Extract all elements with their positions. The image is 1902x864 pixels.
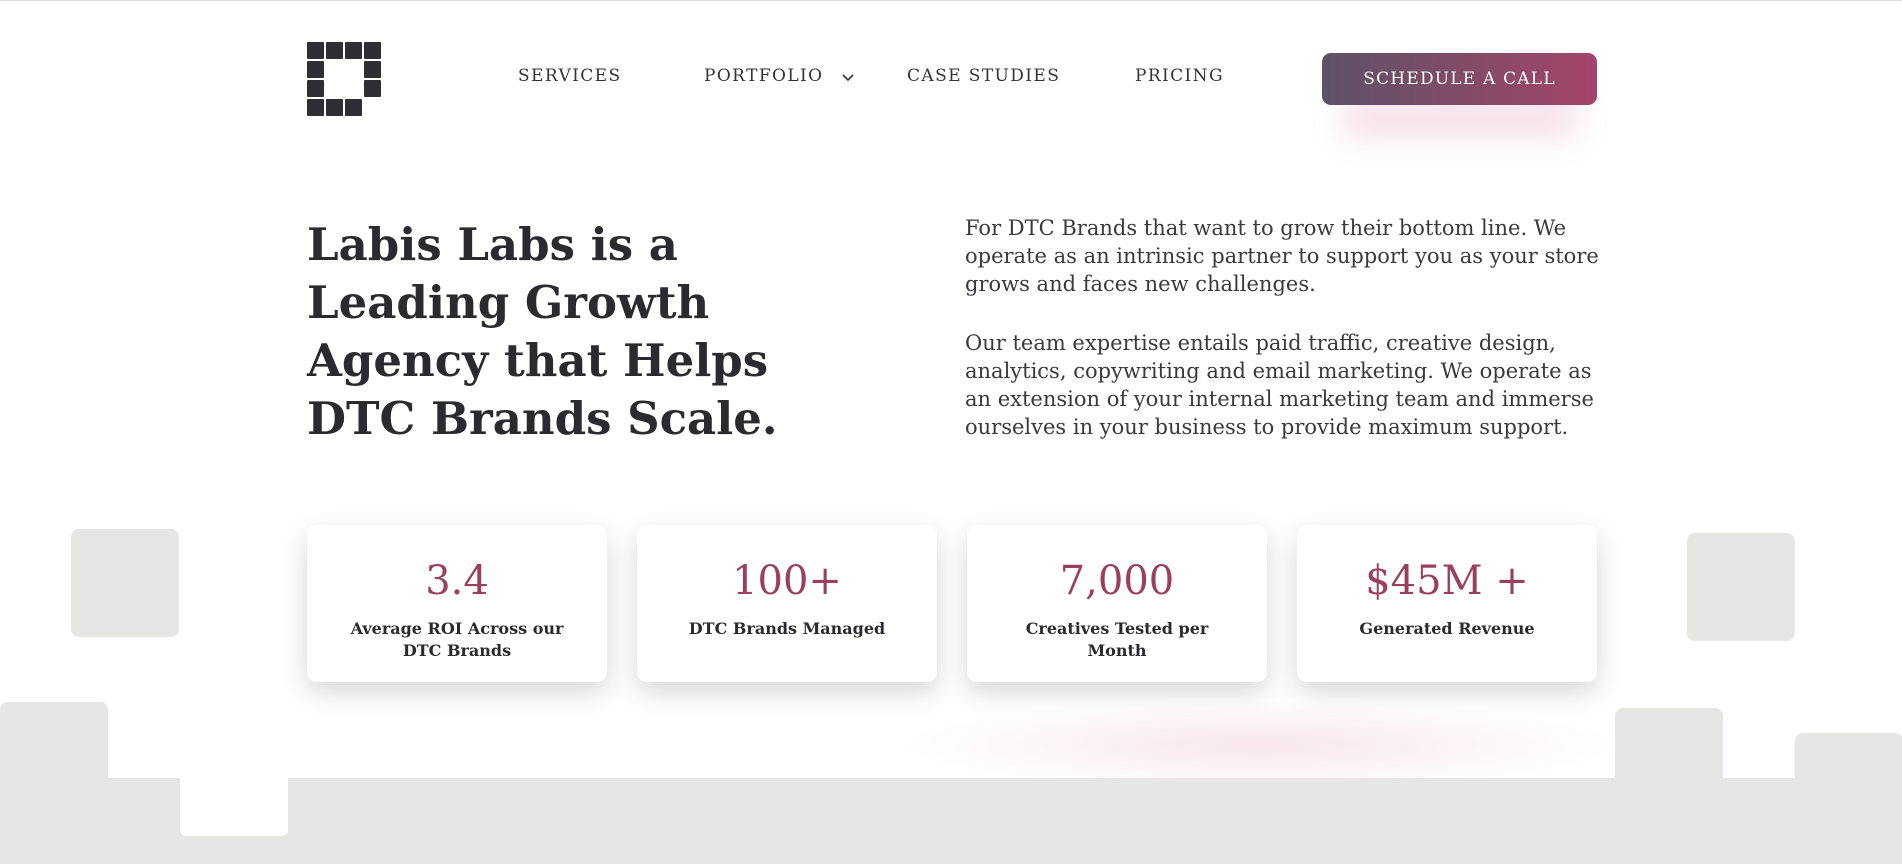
nav-item-pricing[interactable]: PRICING (1135, 66, 1224, 86)
hero-paragraph-1: For DTC Brands that want to grow their b… (965, 216, 1599, 296)
pink-haze-decoration (900, 700, 1620, 790)
stat-value: $45M + (1365, 558, 1529, 604)
nav-item-services[interactable]: SERVICES (518, 66, 622, 86)
hero-headline: Labis Labs is a Leading Growth Agency th… (307, 218, 778, 445)
stat-card-roi: 3.4 Average ROI Across our DTC Brands (307, 525, 607, 682)
stat-value: 100+ (732, 558, 842, 604)
nav-item-case-studies[interactable]: CASE STUDIES (907, 66, 1060, 86)
stat-card-creatives: 7,000 Creatives Tested per Month (967, 525, 1267, 682)
decor-square (71, 529, 179, 637)
stat-label: Average ROI Across our DTC Brands (350, 619, 564, 660)
nav-item-label: SERVICES (518, 66, 622, 86)
nav-item-label: CASE STUDIES (907, 66, 1061, 86)
hero-paragraph-2: Our team expertise entails paid traffic,… (965, 331, 1594, 439)
decor-notch (180, 760, 288, 836)
nav-item-label: PRICING (1135, 66, 1224, 86)
decor-square (1687, 533, 1795, 641)
nav-item-portfolio[interactable]: PORTFOLIO (704, 66, 854, 87)
stat-card-revenue: $45M + Generated Revenue (1297, 525, 1597, 682)
pixel-block-logo-icon[interactable] (307, 42, 381, 116)
schedule-call-button[interactable]: SCHEDULE A CALL (1322, 53, 1597, 105)
stat-value: 3.4 (425, 558, 489, 604)
chevron-down-icon (842, 67, 854, 87)
stat-value: 7,000 (1059, 558, 1175, 604)
stat-label: DTC Brands Managed (688, 619, 886, 638)
stat-card-brands: 100+ DTC Brands Managed (637, 525, 937, 682)
top-rule (0, 0, 1902, 1)
nav-item-label: PORTFOLIO (704, 66, 824, 86)
stat-label: Creatives Tested per Month (1025, 619, 1209, 660)
stat-label: Generated Revenue (1359, 619, 1535, 638)
